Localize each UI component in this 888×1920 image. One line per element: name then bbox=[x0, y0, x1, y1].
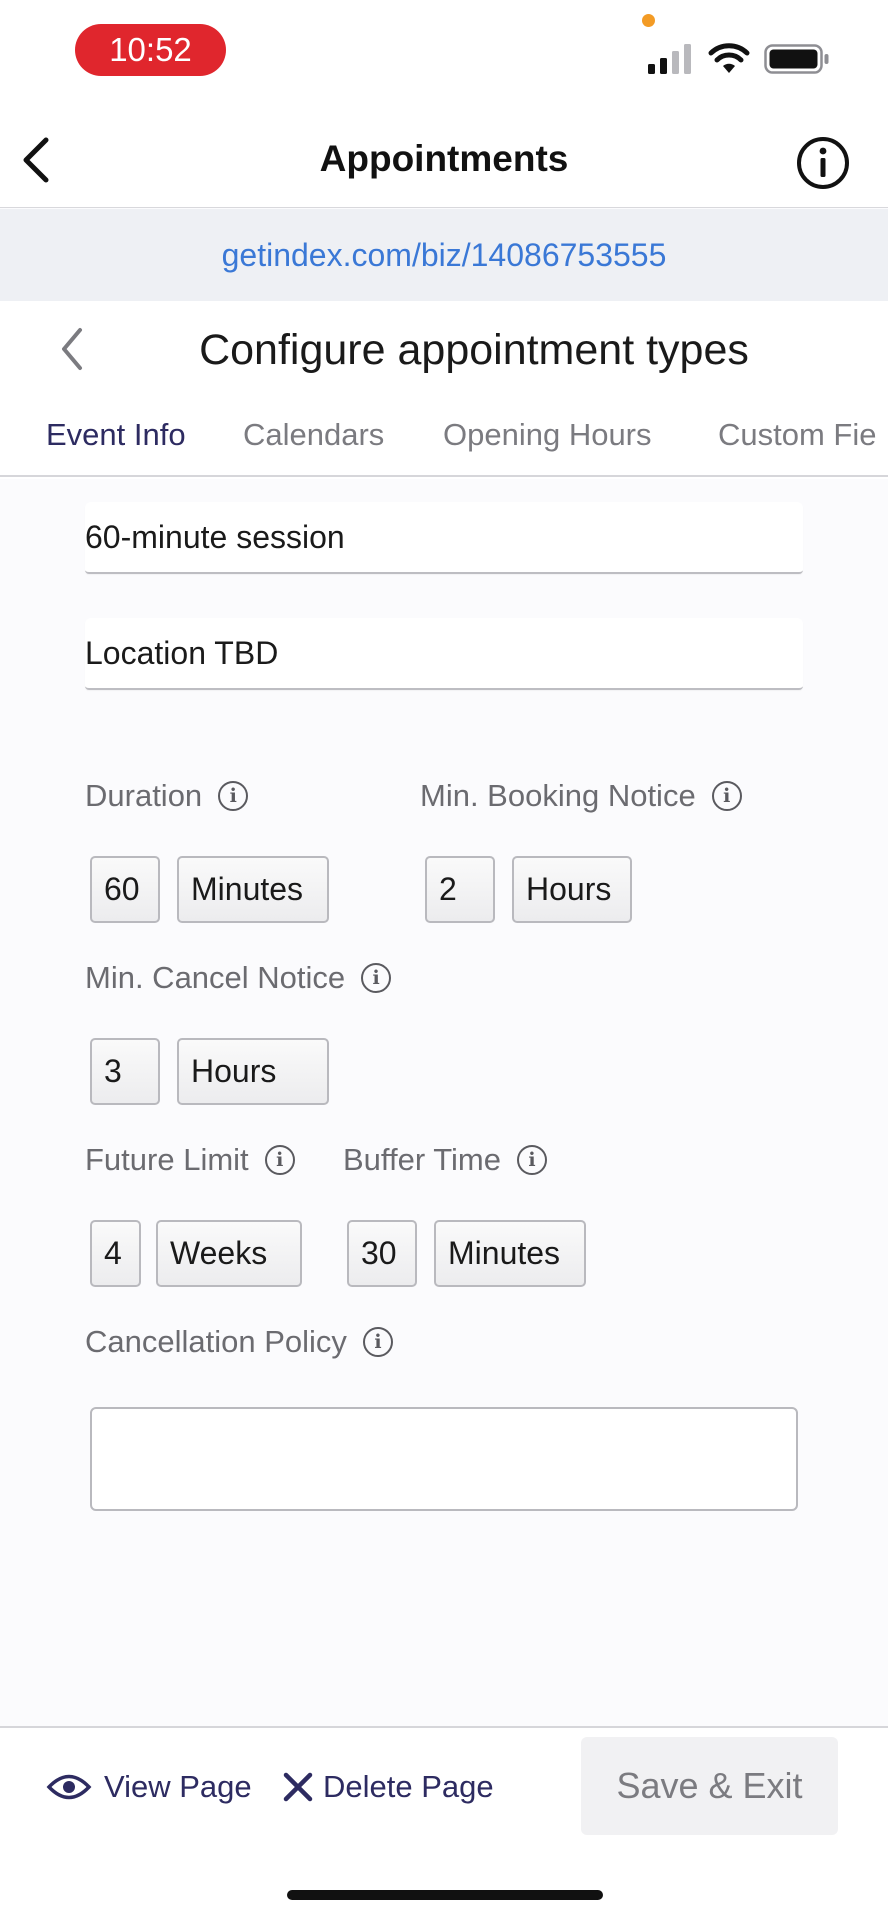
configure-title: Configure appointment types bbox=[199, 326, 749, 374]
battery-icon bbox=[764, 44, 829, 74]
event-info-form: 60-minute session Location TBD Duration … bbox=[0, 479, 888, 1726]
min-booking-notice-label: Min. Booking Notice i bbox=[420, 776, 742, 816]
close-icon bbox=[283, 1772, 313, 1801]
duration-info-icon[interactable]: i bbox=[218, 781, 249, 811]
min-booking-notice-value-input[interactable]: 2 bbox=[425, 856, 495, 923]
view-page-label: View Page bbox=[104, 1768, 252, 1804]
min-booking-notice-info-icon[interactable]: i bbox=[711, 781, 742, 811]
duration-unit-select[interactable]: Minutes bbox=[177, 856, 329, 923]
tab-opening-hours[interactable]: Opening Hours bbox=[443, 393, 652, 475]
future-limit-info-icon[interactable]: i bbox=[264, 1145, 295, 1175]
future-limit-unit-select[interactable]: Weeks bbox=[156, 1220, 302, 1287]
tab-event-info[interactable]: Event Info bbox=[46, 393, 186, 475]
tab-calendars[interactable]: Calendars bbox=[243, 393, 384, 475]
buffer-time-label-text: Buffer Time bbox=[343, 1142, 501, 1177]
bottom-action-bar: View Page Delete Page Save & Exit bbox=[0, 1726, 888, 1843]
cellular-signal-icon bbox=[648, 44, 691, 74]
delete-page-button[interactable]: Delete Page bbox=[283, 1728, 494, 1845]
status-time: 10:52 bbox=[75, 24, 226, 76]
wifi-icon bbox=[708, 43, 750, 73]
buffer-time-info-icon[interactable]: i bbox=[516, 1145, 547, 1175]
app-header: Appointments bbox=[0, 110, 888, 208]
view-page-button[interactable]: View Page bbox=[46, 1728, 252, 1845]
eye-icon bbox=[46, 1774, 92, 1799]
home-indicator[interactable] bbox=[287, 1890, 603, 1900]
status-bar: 10:52 bbox=[0, 0, 888, 110]
min-cancel-notice-unit-select[interactable]: Hours bbox=[177, 1038, 329, 1105]
future-limit-label-text: Future Limit bbox=[85, 1142, 249, 1177]
min-booking-notice-label-text: Min. Booking Notice bbox=[420, 778, 696, 813]
duration-value-input[interactable]: 60 bbox=[90, 856, 160, 923]
event-name-input[interactable]: 60-minute session bbox=[85, 502, 803, 574]
duration-label: Duration i bbox=[85, 776, 249, 816]
buffer-time-value-input[interactable]: 30 bbox=[347, 1220, 417, 1287]
location-input[interactable]: Location TBD bbox=[85, 618, 803, 690]
tab-bar: Event Info Calendars Opening Hours Custo… bbox=[0, 393, 888, 477]
page-title: Appointments bbox=[319, 138, 569, 179]
min-cancel-notice-label-text: Min. Cancel Notice bbox=[85, 960, 346, 995]
privacy-indicator-dot bbox=[642, 14, 655, 27]
buffer-time-unit-select[interactable]: Minutes bbox=[434, 1220, 586, 1287]
delete-page-label: Delete Page bbox=[323, 1768, 494, 1804]
min-cancel-notice-info-icon[interactable]: i bbox=[361, 963, 392, 993]
url-bar[interactable]: getindex.com/biz/14086753555 bbox=[0, 209, 888, 301]
future-limit-value-input[interactable]: 4 bbox=[90, 1220, 141, 1287]
configure-page: Configure appointment types Event Info C… bbox=[0, 301, 888, 1726]
cancellation-policy-label: Cancellation Policy i bbox=[85, 1322, 393, 1362]
buffer-time-label: Buffer Time i bbox=[343, 1140, 547, 1180]
save-exit-button[interactable]: Save & Exit bbox=[581, 1737, 838, 1835]
min-cancel-notice-value-input[interactable]: 3 bbox=[90, 1038, 160, 1105]
cancellation-policy-info-icon[interactable]: i bbox=[362, 1327, 393, 1357]
min-booking-notice-unit-select[interactable]: Hours bbox=[512, 856, 632, 923]
duration-label-text: Duration bbox=[85, 778, 203, 813]
home-indicator-area bbox=[0, 1843, 888, 1920]
info-icon[interactable] bbox=[796, 136, 850, 190]
cancellation-policy-label-text: Cancellation Policy bbox=[85, 1324, 347, 1359]
tab-custom-fields[interactable]: Custom Fie bbox=[718, 393, 876, 475]
cancellation-policy-textarea[interactable] bbox=[90, 1407, 798, 1511]
url-link[interactable]: getindex.com/biz/14086753555 bbox=[222, 237, 667, 274]
min-cancel-notice-label: Min. Cancel Notice i bbox=[85, 958, 392, 998]
future-limit-label: Future Limit i bbox=[85, 1140, 295, 1180]
